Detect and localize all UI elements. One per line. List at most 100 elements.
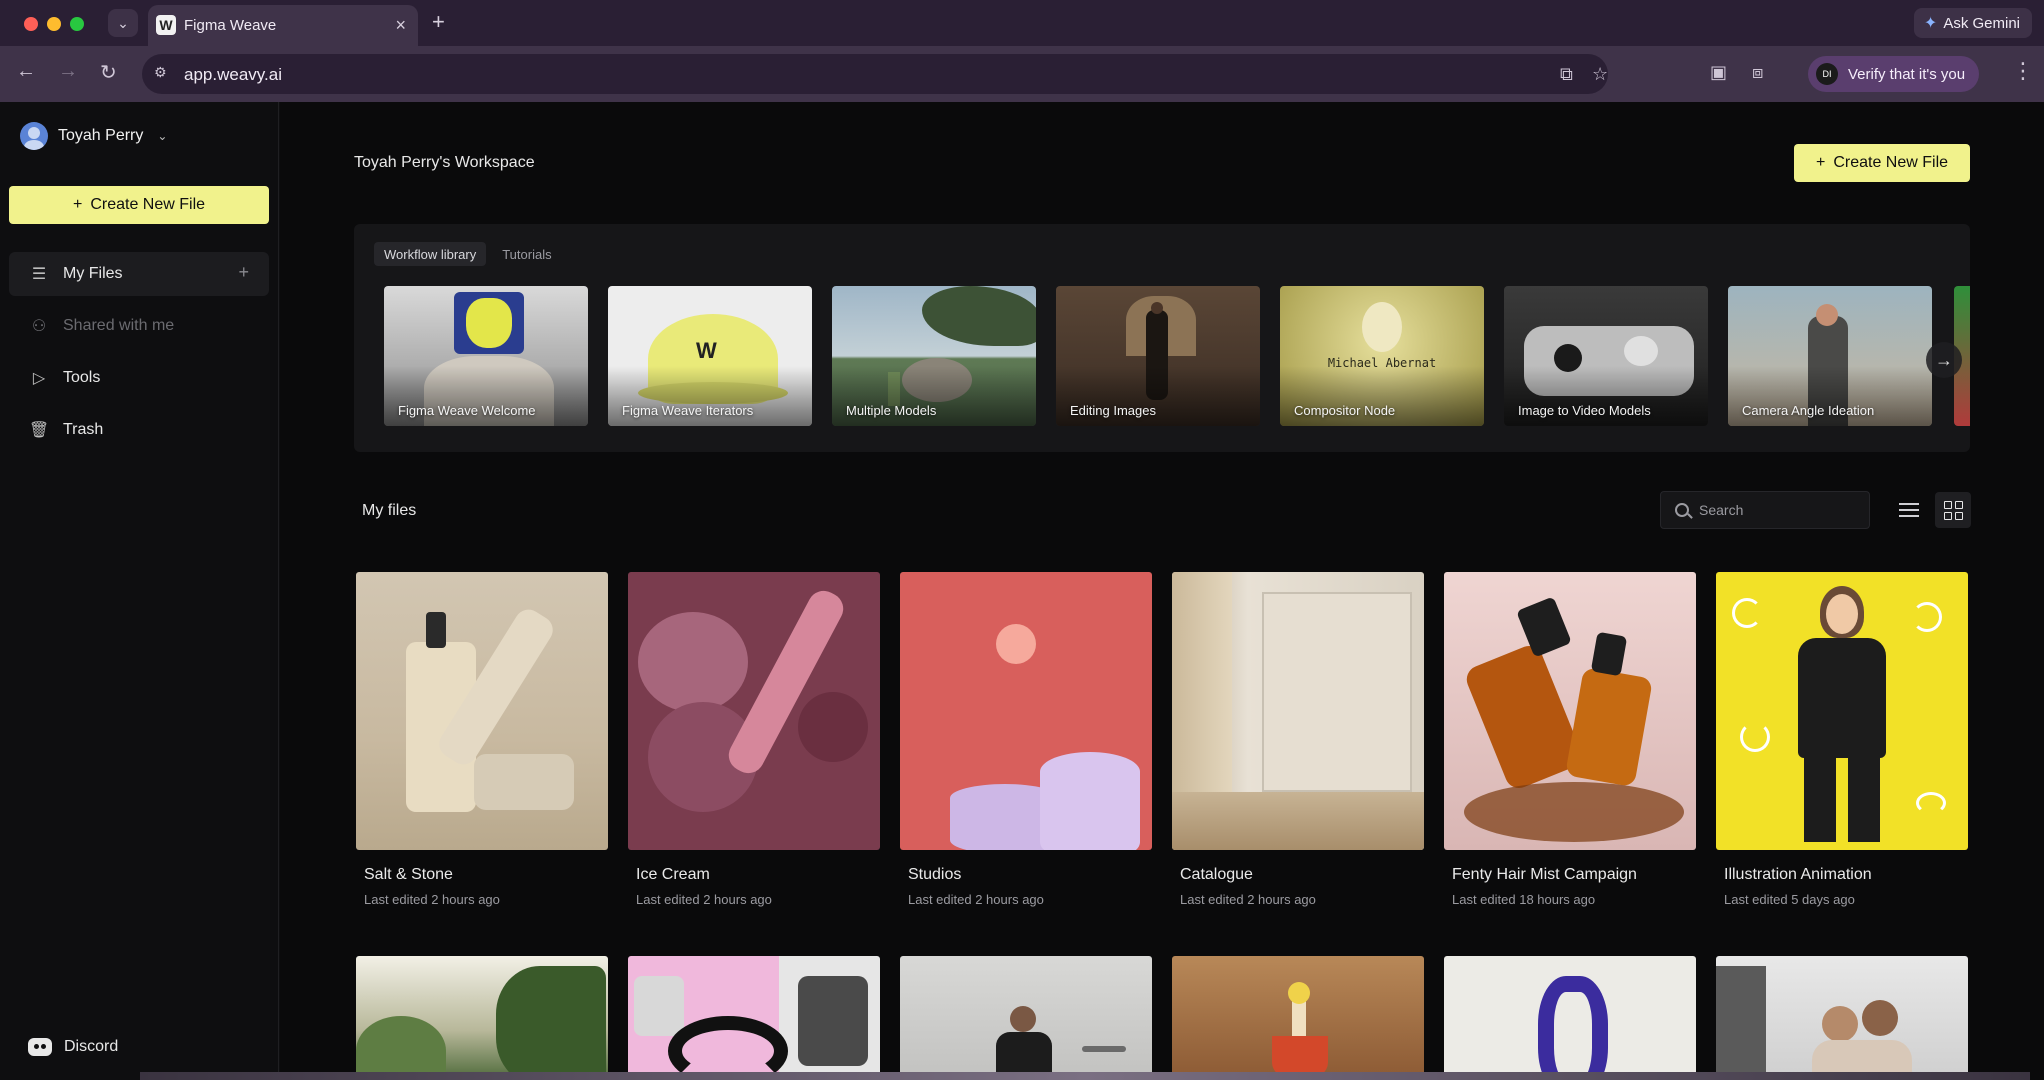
favicon-icon: W <box>156 15 176 35</box>
file-name: Studios <box>908 866 962 883</box>
file-thumbnail[interactable] <box>356 956 608 1080</box>
workflow-card[interactable]: Editing Images <box>1056 286 1260 426</box>
file-card[interactable]: Ice Cream Last edited 2 hours ago <box>628 572 880 952</box>
url-text: app.weavy.ai <box>184 65 282 84</box>
tab-search-button[interactable]: ⌄ <box>108 9 138 37</box>
browser-tab[interactable]: W Figma Weave × <box>148 5 418 46</box>
file-thumbnail <box>1172 572 1424 850</box>
tab-workflow-library[interactable]: Workflow library <box>374 242 487 266</box>
browser-toolbar: ← → ↻ ⚙ app.weavy.ai ⧉ ☆ ▣ ⧈ DI Verify t… <box>0 46 2044 102</box>
file-card[interactable]: Catalogue Last edited 2 hours ago <box>1172 572 1424 952</box>
sidebar-item-shared[interactable]: ⚇ Shared with me <box>9 304 269 348</box>
grid-view-button[interactable] <box>1935 492 1971 528</box>
workflow-library-panel: Workflow library Tutorials Figma Weave W… <box>354 224 1970 452</box>
sidebar-create-new-file-button[interactable]: + Create New File <box>9 186 269 224</box>
ask-gemini-label: Ask Gemini <box>1943 14 2020 32</box>
file-thumbnail[interactable] <box>628 956 880 1080</box>
file-card[interactable]: Fenty Hair Mist Campaign Last edited 18 … <box>1444 572 1696 952</box>
section-title: My files <box>362 502 417 519</box>
discord-icon <box>28 1038 52 1056</box>
files-grid: Salt & Stone Last edited 2 hours ago Ice… <box>356 572 1968 952</box>
sidebar-item-my-files[interactable]: ☰ My Files + <box>9 252 269 296</box>
workflow-card[interactable]: Figma Weave Welcome <box>384 286 588 426</box>
close-tab-icon[interactable]: × <box>395 15 406 36</box>
tab-tutorials[interactable]: Tutorials <box>492 242 561 266</box>
gemini-icon: ✦ <box>1923 15 1938 32</box>
create-label: Create New File <box>90 196 206 213</box>
workflow-card-label: Image to Video Models <box>1518 403 1651 418</box>
file-thumbnail[interactable] <box>900 956 1152 1080</box>
address-bar[interactable]: ⚙ app.weavy.ai ⧉ ☆ <box>142 54 1608 94</box>
file-edited: Last edited 18 hours ago <box>1452 892 1596 907</box>
workflow-card-label: Multiple Models <box>846 403 937 418</box>
file-name: Catalogue <box>1180 866 1253 883</box>
ask-gemini-button[interactable]: ✦ Ask Gemini <box>1913 8 2032 38</box>
forward-icon[interactable]: → <box>58 60 78 83</box>
workflow-card-label: Compositor Node <box>1294 403 1396 418</box>
extension-icon[interactable]: ▣ <box>1710 62 1730 82</box>
page-title: Toyah Perry's Workspace <box>354 154 535 171</box>
file-thumbnail[interactable] <box>1716 956 1968 1080</box>
dock-edge <box>140 1072 2030 1080</box>
discord-label: Discord <box>64 1038 119 1055</box>
back-icon[interactable]: ← <box>16 60 36 83</box>
browser-menu-icon[interactable]: ⋮ <box>2012 58 2034 84</box>
file-thumbnail[interactable] <box>1172 956 1424 1080</box>
profile-avatar-icon: DI <box>1816 63 1838 85</box>
file-card[interactable]: Illustration Animation Last edited 5 day… <box>1716 572 1968 952</box>
plus-icon: + <box>1815 154 1826 171</box>
workflow-card[interactable]: Camera Angle Ideation <box>1728 286 1932 426</box>
sidebar-item-label: Tools <box>63 369 101 386</box>
reload-icon[interactable]: ↻ <box>100 60 117 85</box>
verify-identity-button[interactable]: DI Verify that it's you <box>1808 56 1980 92</box>
trash-icon: 🗑 <box>28 422 50 439</box>
sidebar-item-label: My Files <box>63 265 123 282</box>
workflow-card-label: Camera Angle Ideation <box>1742 403 1875 418</box>
search-placeholder: Search <box>1699 502 1744 518</box>
files-grid-row-2 <box>356 956 1968 1080</box>
file-thumbnail <box>900 572 1152 850</box>
sidebar-item-label: Trash <box>63 421 104 438</box>
site-settings-icon[interactable]: ⚙ <box>154 64 172 82</box>
puzzle-extensions-icon[interactable]: ⧈ <box>1752 62 1772 82</box>
user-menu[interactable]: Toyah Perry ⌄ <box>20 122 167 150</box>
maximize-window-button[interactable] <box>70 17 84 31</box>
create-new-file-button[interactable]: + Create New File <box>1794 144 1970 182</box>
file-edited: Last edited 5 days ago <box>1724 892 1855 907</box>
workflow-card[interactable]: Michael Abernat Compositor Node <box>1280 286 1484 426</box>
file-edited: Last edited 2 hours ago <box>364 892 500 907</box>
close-window-button[interactable] <box>24 17 38 31</box>
search-icon <box>1675 503 1689 517</box>
sidebar: Toyah Perry ⌄ + Create New File ☰ My Fil… <box>0 102 279 1080</box>
arrow-right-icon: → <box>1935 349 1953 370</box>
main-content: Toyah Perry's Workspace + Create New Fil… <box>280 102 2044 1080</box>
file-thumbnail <box>1444 572 1696 850</box>
workflow-tabs: Workflow library Tutorials <box>374 242 562 266</box>
sidebar-item-tools[interactable]: ▷ Tools <box>9 356 269 400</box>
discord-link[interactable]: Discord <box>28 1038 118 1056</box>
tab-title: Figma Weave <box>184 17 277 34</box>
user-name: Toyah Perry <box>58 127 144 144</box>
workflow-card[interactable]: Image to Video Models <box>1504 286 1708 426</box>
file-edited: Last edited 2 hours ago <box>908 892 1044 907</box>
carousel-next-button[interactable]: → <box>1926 342 1962 378</box>
shared-icon: ⚇ <box>31 318 47 335</box>
file-thumbnail[interactable] <box>1444 956 1696 1080</box>
plus-icon: + <box>72 196 83 213</box>
grid-icon <box>1943 500 1952 509</box>
file-card[interactable]: Salt & Stone Last edited 2 hours ago <box>356 572 608 952</box>
search-input[interactable]: Search <box>1660 491 1870 529</box>
install-app-icon[interactable]: ⧉ <box>1560 64 1573 85</box>
sidebar-item-trash[interactable]: 🗑 Trash <box>9 408 269 452</box>
chevron-down-icon: ⌄ <box>157 129 168 143</box>
add-folder-icon[interactable]: + <box>238 262 249 283</box>
list-view-button[interactable] <box>1897 499 1921 523</box>
workflow-card[interactable]: Multiple Models <box>832 286 1036 426</box>
workflow-card-label: Figma Weave Iterators <box>622 403 754 418</box>
new-tab-button[interactable]: + <box>432 9 445 35</box>
bookmark-star-icon[interactable]: ☆ <box>1592 64 1608 85</box>
file-name: Fenty Hair Mist Campaign <box>1452 866 1637 883</box>
file-card[interactable]: Studios Last edited 2 hours ago <box>900 572 1152 952</box>
workflow-card[interactable]: W Figma Weave Iterators <box>608 286 812 426</box>
minimize-window-button[interactable] <box>47 17 61 31</box>
